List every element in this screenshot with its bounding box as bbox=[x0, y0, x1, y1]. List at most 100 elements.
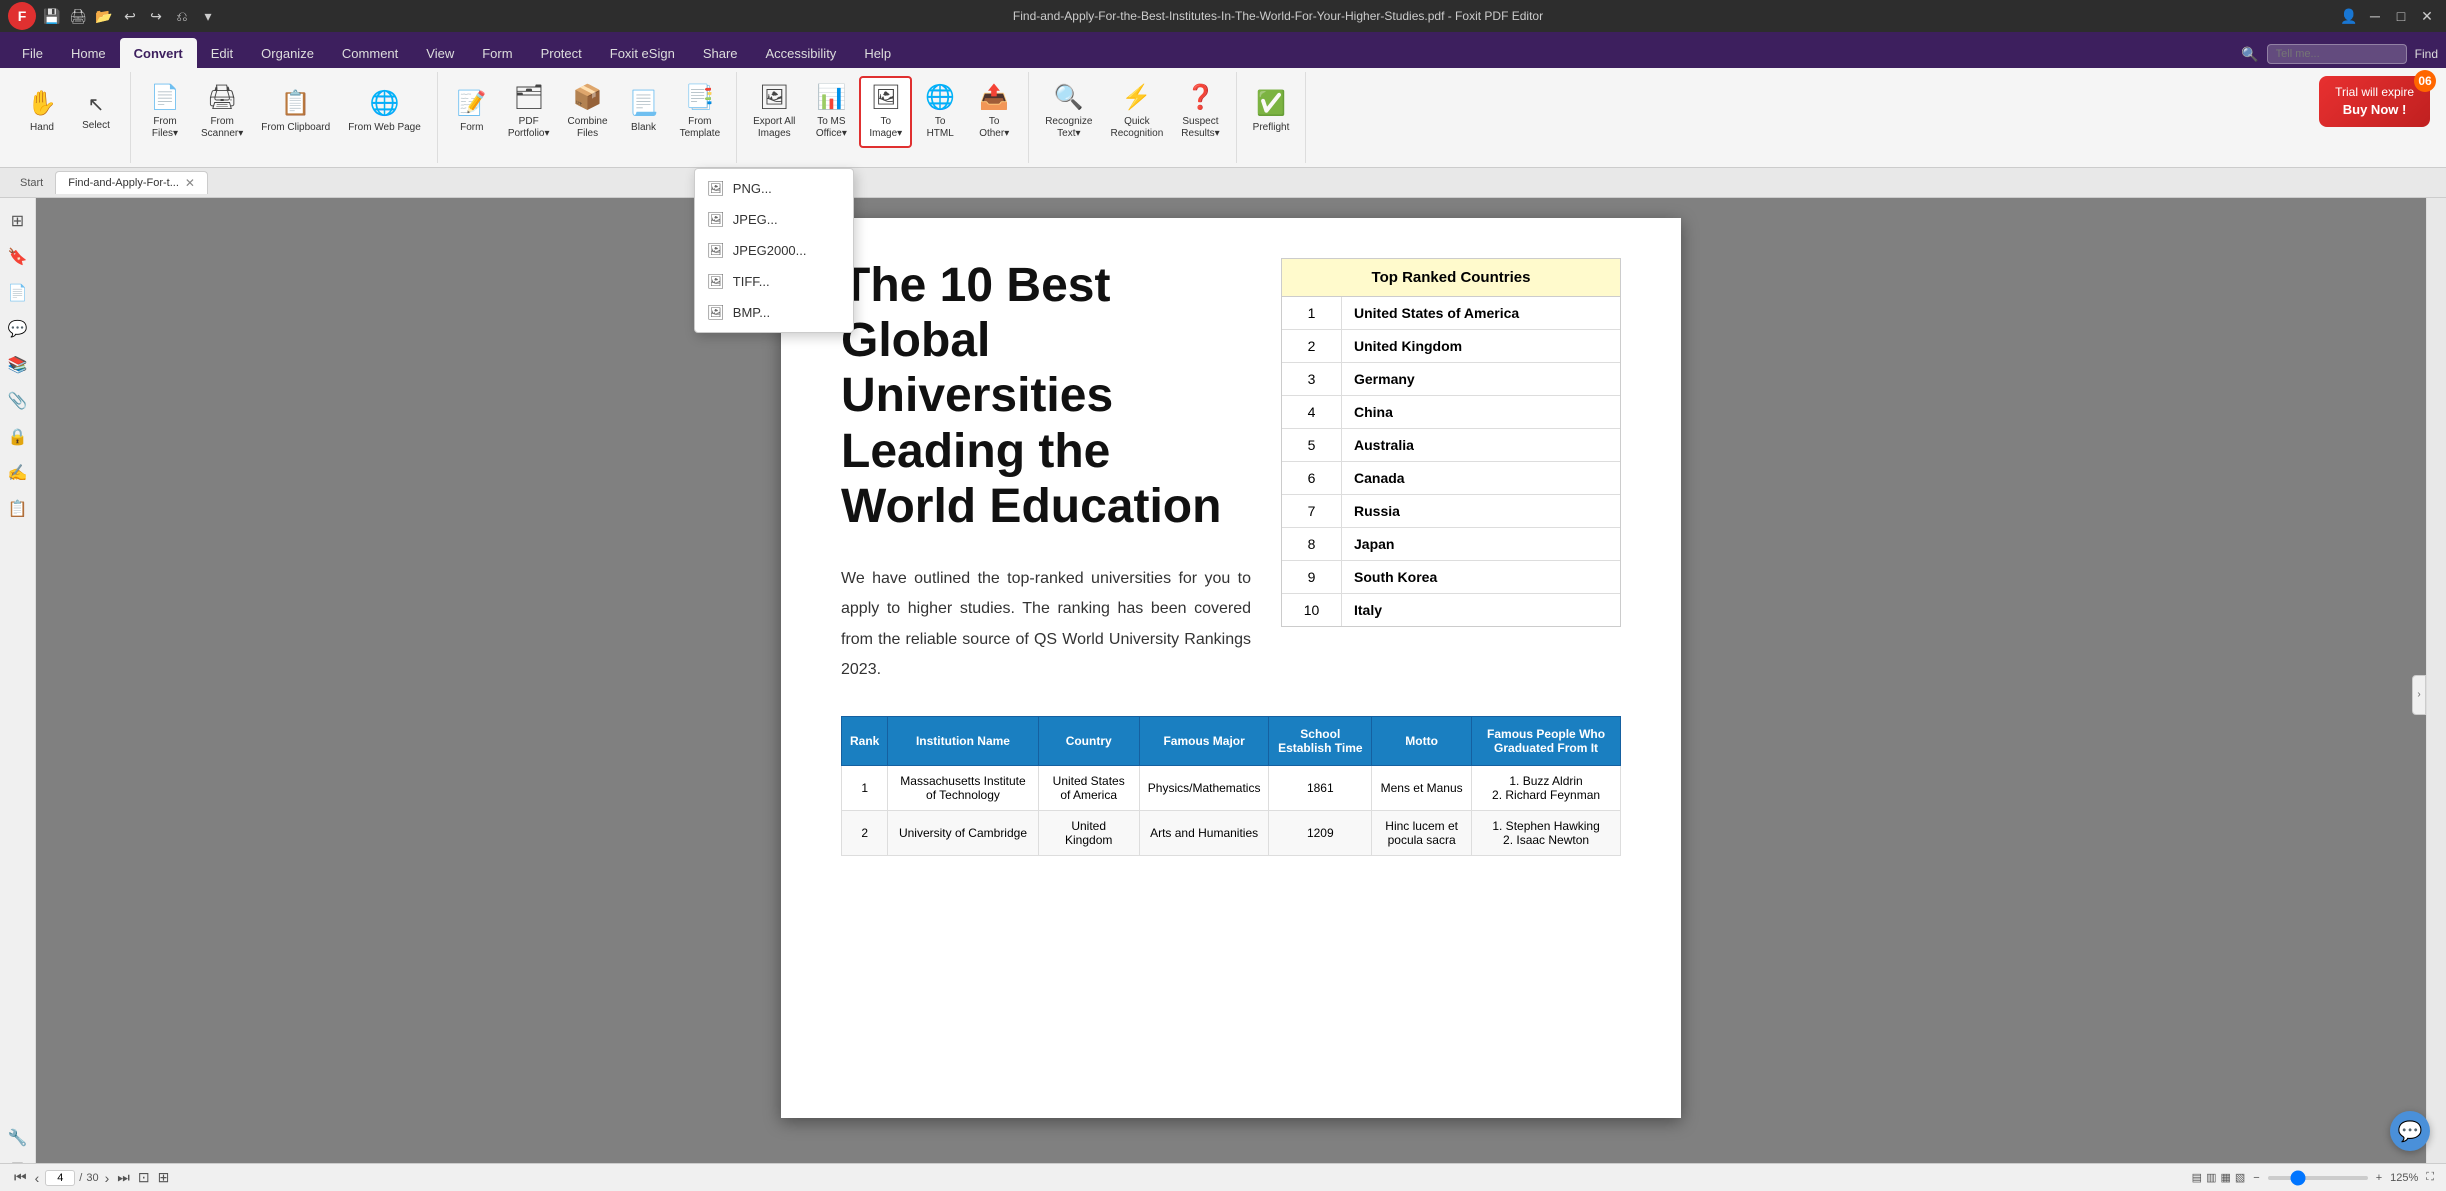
next-page-button[interactable]: › bbox=[103, 1168, 112, 1188]
tab-convert[interactable]: Convert bbox=[120, 38, 197, 68]
jpeg2000-icon: 🖼 bbox=[707, 242, 725, 259]
last-page-button[interactable]: ⏭ bbox=[115, 1167, 132, 1188]
tab-view[interactable]: View bbox=[412, 38, 468, 68]
combine-files-button[interactable]: 📦 CombineFiles bbox=[560, 76, 616, 148]
sidebar-tools-icon[interactable]: 🔧 bbox=[3, 1123, 33, 1153]
to-image-button[interactable]: 🖼 ToImage▾ bbox=[859, 76, 912, 148]
select-button[interactable]: ↖ Select bbox=[70, 76, 122, 148]
facing-page-icon[interactable]: ▥ bbox=[2206, 1171, 2216, 1184]
from-template-button[interactable]: 📑 FromTemplate bbox=[672, 76, 729, 148]
sidebar-layers-icon[interactable]: 📚 bbox=[3, 350, 33, 380]
maximize-button[interactable]: □ bbox=[2390, 5, 2412, 27]
chat-button[interactable]: 💬 bbox=[2390, 1111, 2430, 1151]
hand-button[interactable]: ✋ Hand bbox=[16, 76, 68, 148]
sidebar-signature-icon[interactable]: ✍ bbox=[3, 458, 33, 488]
sidebar-articles-icon[interactable]: 📋 bbox=[3, 494, 33, 524]
to-html-button[interactable]: 🌐 ToHTML bbox=[914, 76, 966, 148]
table-row: 7 Russia bbox=[1282, 495, 1620, 528]
jpeg2000-option[interactable]: 🖼 JPEG2000... bbox=[695, 235, 853, 266]
facing-continuous-icon[interactable]: ▧ bbox=[2235, 1171, 2245, 1184]
print-icon[interactable]: 🖨 bbox=[68, 6, 88, 26]
tab-share[interactable]: Share bbox=[689, 38, 752, 68]
tell-me-input[interactable] bbox=[2267, 44, 2407, 64]
from-webpage-button[interactable]: 🌐 From Web Page bbox=[340, 76, 429, 148]
tab-accessibility[interactable]: Accessibility bbox=[752, 38, 851, 68]
tiff-option[interactable]: 🖼 TIFF... bbox=[695, 266, 853, 297]
window-controls: 👤 ─ □ ✕ bbox=[2338, 5, 2438, 27]
preflight-button[interactable]: ✅ Preflight bbox=[1245, 76, 1298, 148]
to-other-button[interactable]: 📤 ToOther▾ bbox=[968, 76, 1020, 148]
pdf-portfolio-button[interactable]: 🗂 PDFPortfolio▾ bbox=[500, 76, 558, 148]
from-scanner-icon: 🖨 bbox=[207, 84, 237, 113]
form-button[interactable]: 📝 Form bbox=[446, 76, 498, 148]
combine-files-icon: 📦 bbox=[573, 84, 603, 113]
zoom-slider[interactable] bbox=[2268, 1176, 2368, 1180]
tab-protect[interactable]: Protect bbox=[527, 38, 596, 68]
fit-page-button[interactable]: ⊡ bbox=[136, 1167, 152, 1188]
start-tab[interactable]: Start bbox=[8, 173, 55, 193]
view-icons: ▤ ▥ ▦ ▧ bbox=[2192, 1171, 2246, 1184]
jpeg-option[interactable]: 🖼 JPEG... bbox=[695, 204, 853, 235]
single-page-icon[interactable]: ▤ bbox=[2192, 1171, 2202, 1184]
sidebar-comment-icon[interactable]: 💬 bbox=[3, 314, 33, 344]
collapse-panel-button[interactable]: › bbox=[2412, 675, 2426, 715]
first-page-button[interactable]: ⏮ bbox=[12, 1167, 29, 1188]
quick-access-dropdown[interactable]: ▾ bbox=[198, 6, 218, 26]
user-icon[interactable]: 👤 bbox=[2338, 5, 2360, 27]
doc-tab-close[interactable]: ✕ bbox=[185, 176, 195, 190]
png-option[interactable]: 🖼 PNG... bbox=[695, 173, 853, 204]
from-scanner-button[interactable]: 🖨 FromScanner▾ bbox=[193, 76, 251, 148]
from-webpage-icon: 🌐 bbox=[370, 90, 400, 119]
page-separator: / bbox=[79, 1172, 82, 1184]
title-bar: F 💾 🖨 📂 ↩ ↪ ⎌ ▾ Find-and-Apply-For-the-B… bbox=[0, 0, 2446, 32]
tab-comment[interactable]: Comment bbox=[328, 38, 412, 68]
tab-file[interactable]: File bbox=[8, 38, 57, 68]
bmp-icon: 🖼 bbox=[707, 304, 725, 321]
undo-arrow-icon[interactable]: ⎌ bbox=[172, 6, 192, 26]
foxit-logo[interactable]: F bbox=[8, 2, 36, 30]
tab-home[interactable]: Home bbox=[57, 38, 120, 68]
tab-form[interactable]: Form bbox=[468, 38, 526, 68]
trial-badge[interactable]: Trial will expire Buy Now ! 06 bbox=[2319, 76, 2430, 127]
to-ms-office-button[interactable]: 📊 To MSOffice▾ bbox=[805, 76, 857, 148]
tab-foxiteSign[interactable]: Foxit eSign bbox=[596, 38, 689, 68]
bmp-option[interactable]: 🖼 BMP... bbox=[695, 297, 853, 328]
sidebar-attachment-icon[interactable]: 📎 bbox=[3, 386, 33, 416]
total-pages: 30 bbox=[86, 1172, 98, 1184]
recognize-text-button[interactable]: 🔍 RecognizeText▾ bbox=[1037, 76, 1100, 148]
sidebar-thumbnail-icon[interactable]: ⊞ bbox=[3, 206, 33, 236]
ranked-table-header: Top Ranked Countries bbox=[1282, 259, 1620, 297]
redo-icon[interactable]: ↪ bbox=[146, 6, 166, 26]
tab-help[interactable]: Help bbox=[850, 38, 905, 68]
save-icon[interactable]: 💾 bbox=[42, 6, 62, 26]
quick-access-toolbar: F 💾 🖨 📂 ↩ ↪ ⎌ ▾ bbox=[8, 2, 218, 30]
content-area[interactable]: › Top Ranked Countries 1 United States o… bbox=[36, 198, 2426, 1191]
sidebar-security-icon[interactable]: 🔒 bbox=[3, 422, 33, 452]
to-image-dropdown: 🖼 PNG... 🖼 JPEG... 🖼 JPEG2000... 🖼 TIFF.… bbox=[694, 168, 854, 333]
minimize-button[interactable]: ─ bbox=[2364, 5, 2386, 27]
sidebar-pages-icon[interactable]: 📄 bbox=[3, 278, 33, 308]
export-all-images-button[interactable]: 🖼 Export AllImages bbox=[745, 76, 803, 148]
zoom-in-button[interactable]: + bbox=[2376, 1172, 2382, 1184]
trial-expire-text: Trial will expire bbox=[2335, 84, 2414, 101]
quick-recognition-button[interactable]: ⚡ QuickRecognition bbox=[1102, 76, 1171, 148]
from-files-button[interactable]: 📄 FromFiles▾ bbox=[139, 76, 191, 148]
from-clipboard-button[interactable]: 📋 From Clipboard bbox=[253, 76, 338, 148]
main-area: ⊞ 🔖 📄 💬 📚 📎 🔒 ✍ 📋 🔧 ⊞ › Top Ranked Count… bbox=[0, 198, 2446, 1191]
open-icon[interactable]: 📂 bbox=[94, 6, 114, 26]
fullscreen-button[interactable]: ⛶ bbox=[2426, 1171, 2434, 1184]
page-number-input[interactable] bbox=[45, 1170, 75, 1186]
tab-edit[interactable]: Edit bbox=[197, 38, 247, 68]
close-button[interactable]: ✕ bbox=[2416, 5, 2438, 27]
fit-width-button[interactable]: ⊞ bbox=[156, 1167, 172, 1188]
zoom-out-button[interactable]: − bbox=[2253, 1172, 2259, 1184]
continuous-icon[interactable]: ▦ bbox=[2220, 1171, 2230, 1184]
table-row: 1 Massachusetts Institute of Technology … bbox=[842, 765, 1621, 810]
tab-organize[interactable]: Organize bbox=[247, 38, 328, 68]
document-tab[interactable]: Find-and-Apply-For-t... ✕ bbox=[55, 171, 208, 194]
sidebar-bookmark-icon[interactable]: 🔖 bbox=[3, 242, 33, 272]
undo-icon[interactable]: ↩ bbox=[120, 6, 140, 26]
blank-button[interactable]: 📃 Blank bbox=[618, 76, 670, 148]
prev-page-button[interactable]: ‹ bbox=[33, 1168, 42, 1188]
suspect-results-button[interactable]: ❓ SuspectResults▾ bbox=[1173, 76, 1227, 148]
